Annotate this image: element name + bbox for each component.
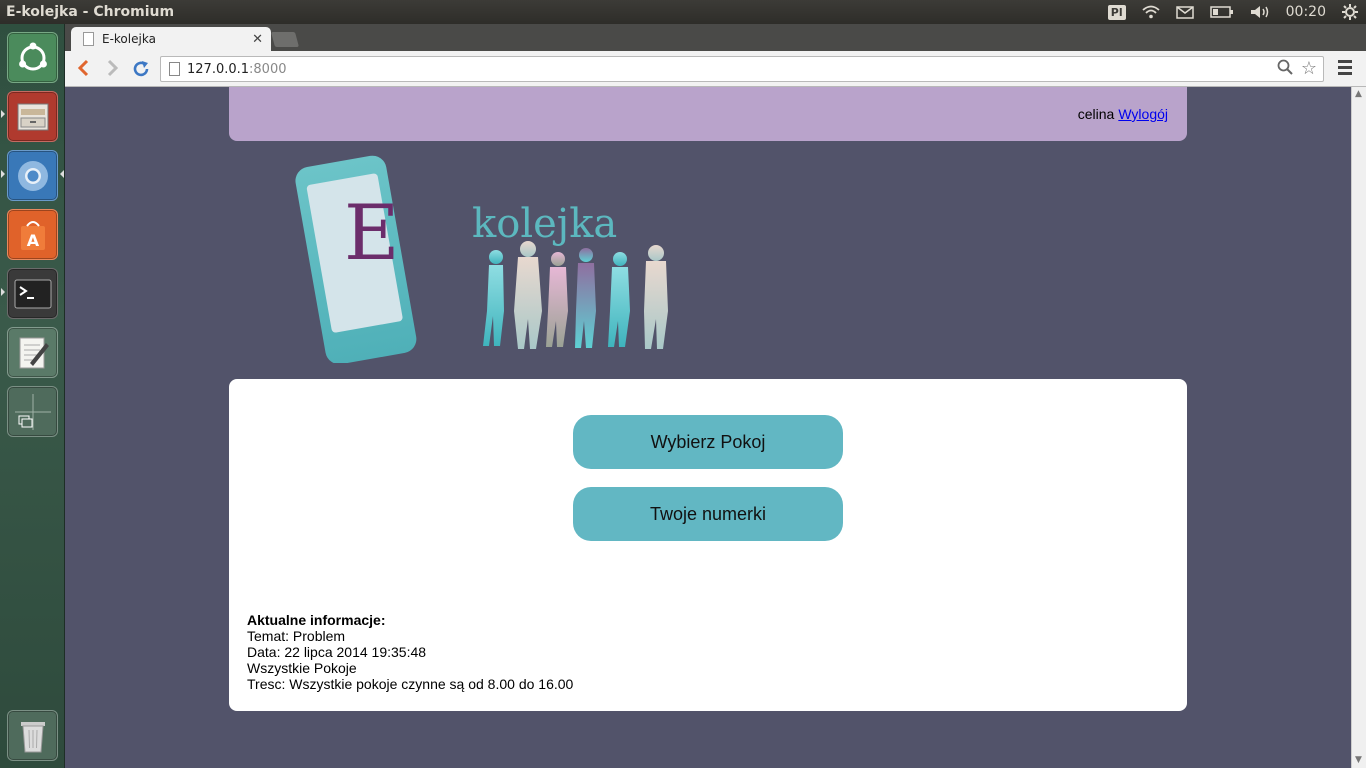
trash-icon[interactable] [7,710,58,761]
choose-room-button[interactable]: Wybierz Pokoj [573,415,843,469]
battery-icon[interactable] [1202,0,1242,24]
news-content: Tresc: Wszystkie pokoje czynne są od 8.0… [247,676,574,692]
page-scrollbar[interactable]: ▲ ▼ [1351,87,1366,768]
ubuntu-dash-icon[interactable] [7,32,58,83]
logout-link[interactable]: Wylogój [1118,106,1168,122]
system-tray: Pl 00:20 [1100,0,1366,24]
tab-bar: E-kolejka ✕ [65,24,1366,51]
mail-icon[interactable] [1168,0,1202,24]
workspace-switcher-icon[interactable] [7,386,58,437]
clock[interactable]: 00:20 [1278,0,1334,24]
software-center-icon[interactable]: A [7,209,58,260]
logo-word: kolejka [472,201,617,247]
browser-menu-icon[interactable] [1338,60,1352,78]
header-bar: celina Wylogój [229,87,1187,141]
tab-e-kolejka[interactable]: E-kolejka ✕ [71,27,271,51]
browser-toolbar: 127.0.0.1:8000 ☆ [65,51,1366,87]
terminal-icon[interactable] [7,268,58,319]
keyboard-layout-indicator[interactable]: Pl [1100,0,1134,24]
page-icon [83,32,94,46]
url-port: :8000 [249,61,287,77]
chromium-icon[interactable] [7,150,58,201]
tab-close-icon[interactable]: ✕ [252,32,263,47]
back-icon[interactable] [77,58,89,82]
new-tab-button[interactable] [270,32,300,47]
zoom-icon[interactable] [1277,59,1293,79]
logo-letter: E [344,188,399,277]
news-topic: Temat: Problem [247,628,346,644]
page-icon [169,62,180,76]
top-panel: E-kolejka - Chromium Pl 00:20 [0,0,1366,24]
launcher: A [0,24,65,768]
url-host: 127.0.0.1 [187,61,250,77]
reload-icon[interactable] [132,59,150,83]
forward-icon[interactable] [107,58,119,82]
news-rooms: Wszystkie Pokoje [247,660,357,676]
page-viewport: celina Wylogój E kolejka Wybierz Pokoj T… [65,87,1351,768]
gear-icon[interactable] [1334,0,1366,24]
text-editor-icon[interactable] [7,327,58,378]
volume-icon[interactable] [1242,0,1278,24]
window-title: E-kolejka - Chromium [6,4,175,20]
main-card: Wybierz Pokoj Twoje numerki Aktualne inf… [229,379,1187,711]
queue-people [483,241,668,349]
address-bar[interactable]: 127.0.0.1:8000 ☆ [160,56,1324,82]
tab-title: E-kolejka [102,32,156,46]
news-heading: Aktualne informacje: [247,612,386,628]
bookmark-star-icon[interactable]: ☆ [1301,58,1317,79]
news-date: Data: 22 lipca 2014 19:35:48 [247,644,427,660]
username: celina [1077,106,1115,122]
wifi-icon[interactable] [1134,0,1168,24]
e-kolejka-logo: E kolejka [295,155,668,363]
svg-text:A: A [26,231,39,250]
my-numbers-button[interactable]: Twoje numerki [573,487,843,541]
files-icon[interactable] [7,91,58,142]
news-section: Aktualne informacje: Temat: Problem Data… [247,612,573,692]
